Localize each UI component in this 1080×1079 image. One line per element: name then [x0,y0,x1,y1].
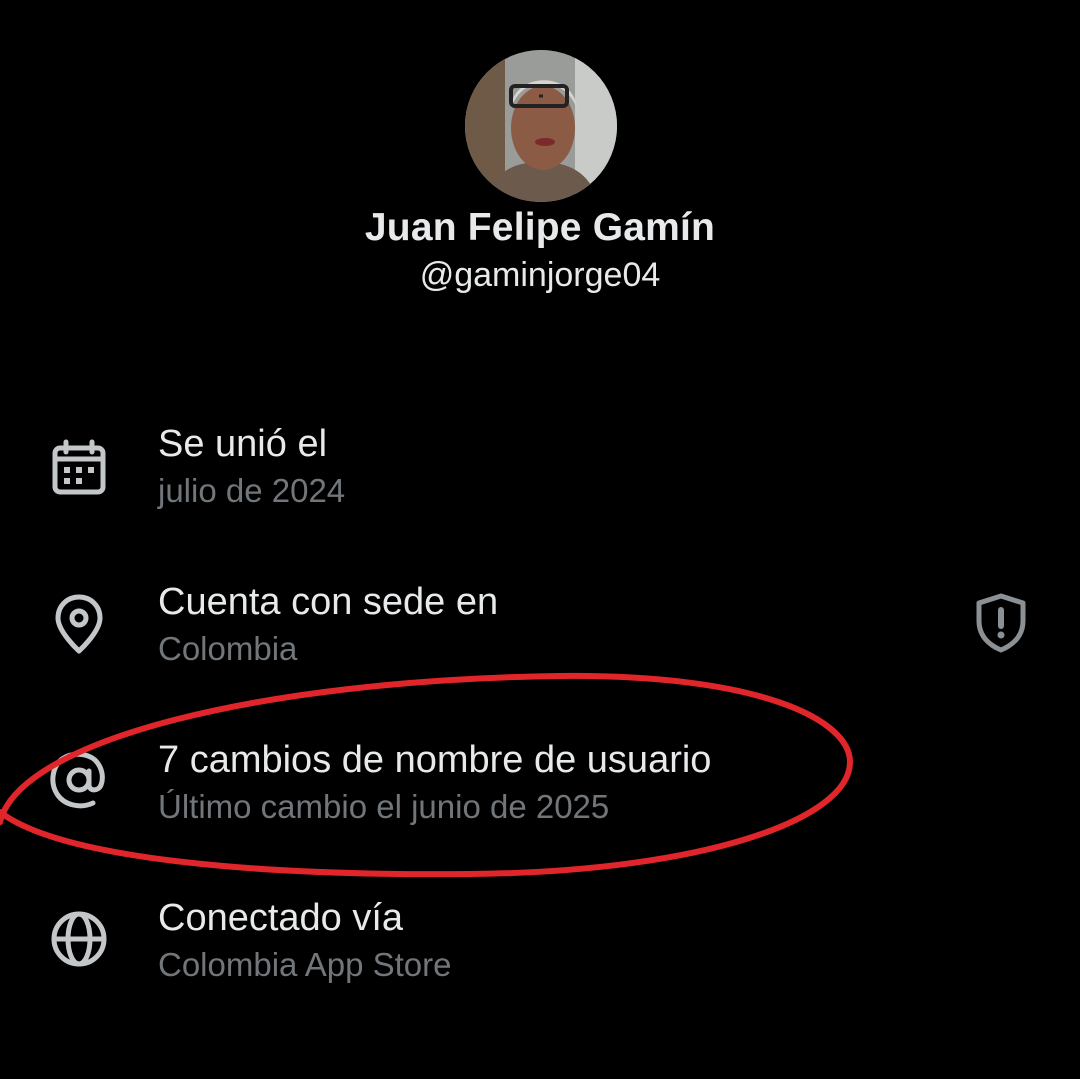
globe-icon [51,911,107,967]
avatar[interactable] [465,50,617,202]
location-pin-icon [55,594,103,654]
at-sign-icon [50,751,105,809]
profile-handle: @gaminjorge04 [419,256,661,294]
shield-alert-icon[interactable] [968,590,1034,656]
connected-via-label: Conectado vía [158,897,404,939]
about-row-connected-via: Conectado vía Colombia App Store [0,897,1080,997]
username-changes-label: 7 cambios de nombre de usuario [158,739,712,781]
about-row-joined: Se unió el julio de 2024 [0,423,1080,523]
about-row-location: Cuenta con sede en Colombia [0,581,1080,681]
about-row-username-changes: 7 cambios de nombre de usuario Último ca… [0,739,1080,839]
profile-display-name: Juan Felipe Gamín [364,206,716,249]
joined-date: julio de 2024 [158,472,346,509]
connected-via-value: Colombia App Store [158,946,452,983]
username-last-change: Último cambio el junio de 2025 [158,788,610,825]
location-label: Cuenta con sede en [158,581,499,623]
location-value: Colombia [158,630,298,667]
calendar-icon [52,439,106,495]
joined-label: Se unió el [158,423,328,465]
